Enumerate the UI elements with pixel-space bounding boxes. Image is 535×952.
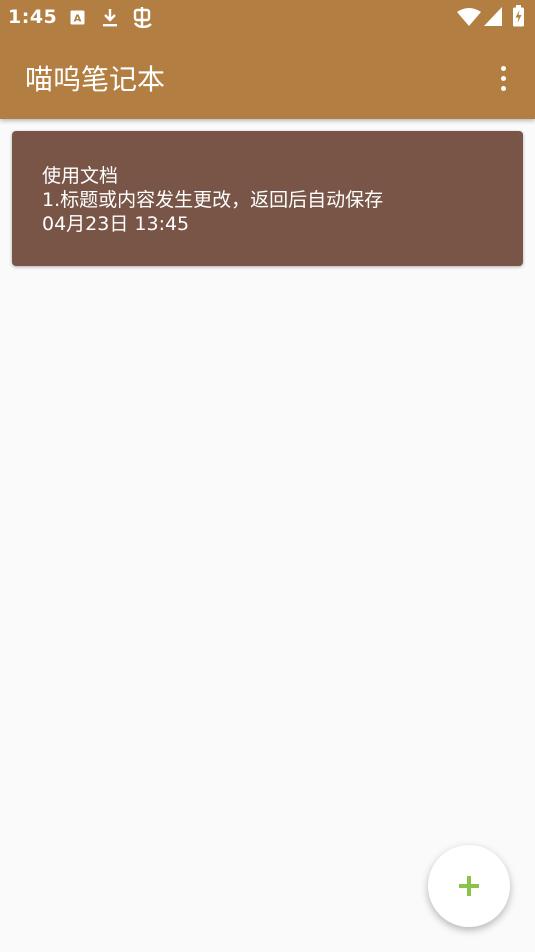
note-card[interactable]: 使用文档 1.标题或内容发生更改，返回后自动保存 04月23日 13:45 — [12, 131, 523, 266]
note-title: 使用文档 — [42, 165, 119, 187]
wifi-icon — [457, 8, 481, 26]
svg-text:A: A — [74, 14, 82, 25]
plus-icon — [459, 876, 479, 896]
more-vert-icon-dot — [500, 65, 506, 71]
battery-charging-icon — [512, 5, 525, 27]
signal-icon — [484, 7, 502, 26]
more-vert-icon-dot — [500, 85, 506, 91]
status-bar: 1:45 A — [0, 0, 535, 36]
more-options-button[interactable] — [485, 58, 521, 98]
status-time: 1:45 — [8, 6, 58, 28]
add-note-button[interactable] — [428, 845, 510, 927]
note-content: 1.标题或内容发生更改，返回后自动保存 — [42, 189, 384, 211]
app-title: 喵呜笔记本 — [25, 63, 166, 96]
note-date: 04月23日 13:45 — [42, 213, 190, 235]
app-bar: 1:45 A 喵呜笔记本 — [0, 0, 535, 119]
font-a-icon: A — [70, 10, 85, 25]
bug-icon — [132, 6, 154, 30]
more-vert-icon-dot — [500, 75, 506, 81]
download-icon — [102, 8, 118, 28]
note-text: 使用文档 1.标题或内容发生更改，返回后自动保存 04月23日 13:45 — [42, 164, 383, 236]
